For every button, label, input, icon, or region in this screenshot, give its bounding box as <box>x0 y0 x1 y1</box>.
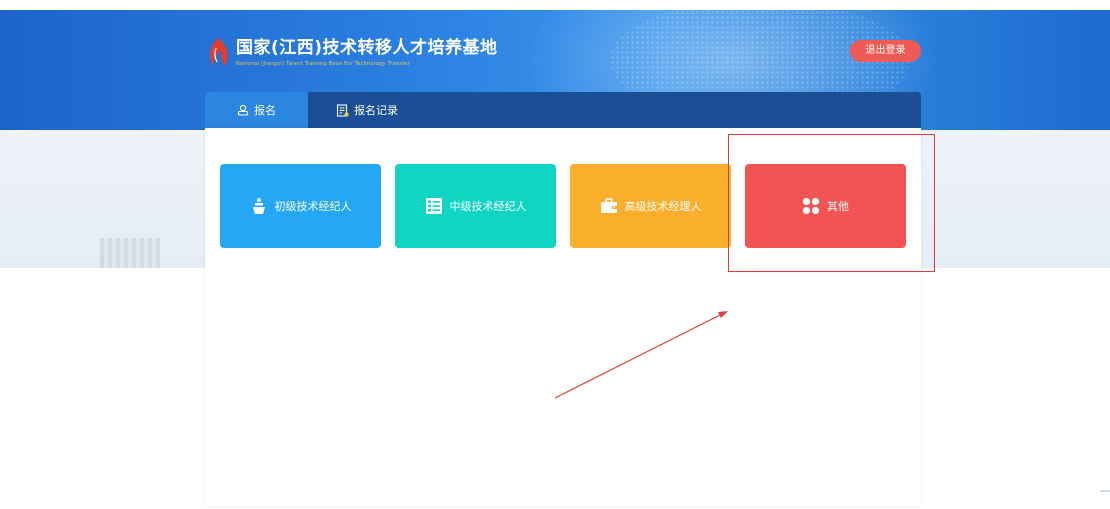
corner-decoration <box>1100 490 1110 492</box>
annotation-arrow <box>554 311 728 399</box>
